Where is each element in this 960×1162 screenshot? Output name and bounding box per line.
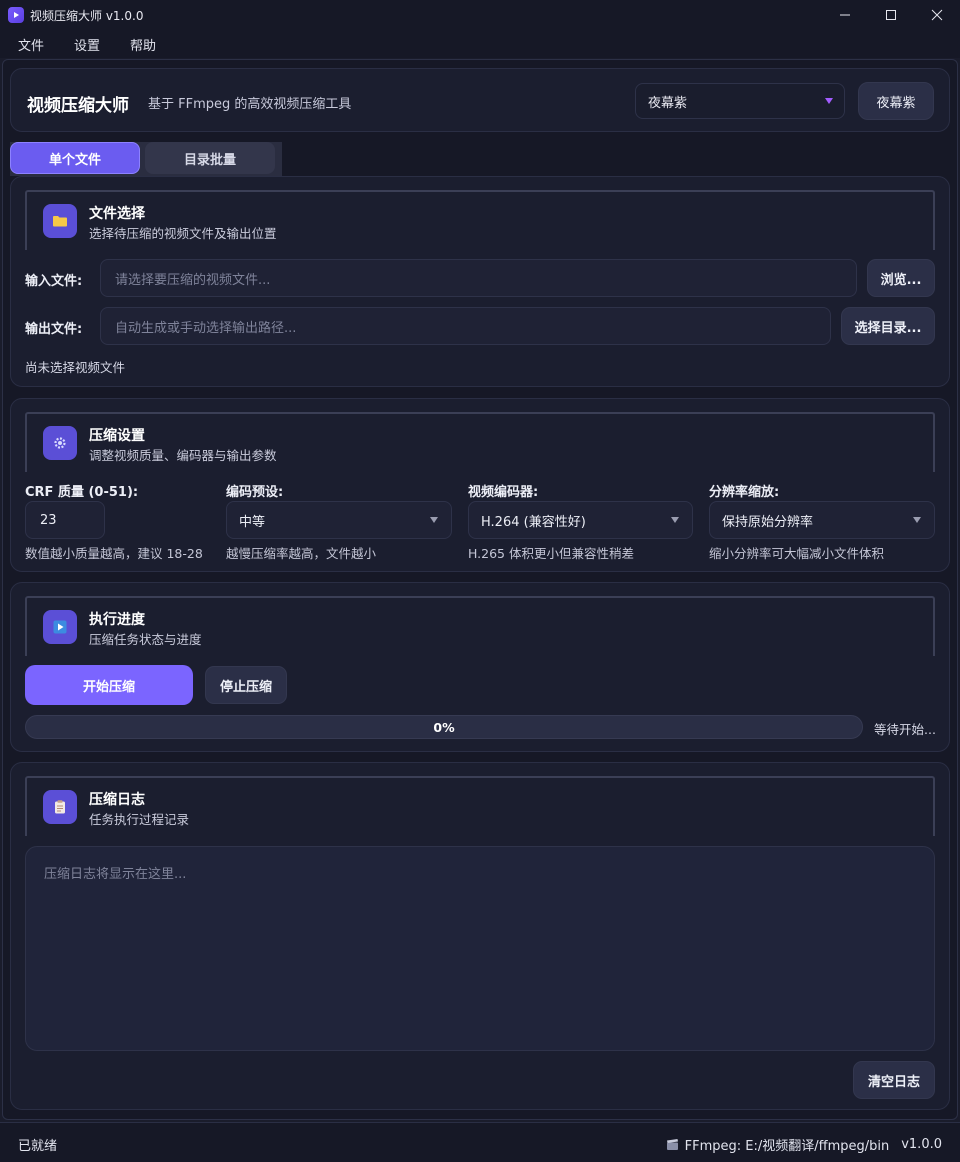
codec-select[interactable]: H.264 (兼容性好) bbox=[468, 501, 693, 539]
version-label: v1.0.0 bbox=[901, 1137, 942, 1152]
tab-single-file[interactable]: 单个文件 bbox=[10, 142, 140, 174]
start-compress-button[interactable]: 开始压缩 bbox=[25, 665, 193, 705]
clapperboard-icon bbox=[666, 1139, 678, 1150]
theme-select[interactable]: 夜幕紫 bbox=[635, 83, 845, 119]
choose-directory-button[interactable]: 选择目录... bbox=[841, 307, 935, 345]
file-section-title: 文件选择 bbox=[89, 206, 145, 222]
file-status-text: 尚未选择视频文件 bbox=[25, 360, 126, 375]
settings-section-title: 压缩设置 bbox=[89, 428, 145, 444]
ffmpeg-path: FFmpeg: E:/视频翻译/ffmpeg/bin bbox=[684, 1139, 890, 1154]
chevron-down-icon bbox=[671, 517, 679, 523]
scale-select-value: 保持原始分辨率 bbox=[722, 514, 814, 530]
status-bar: 已就绪 FFmpeg: E:/视频翻译/ffmpeg/bin v1.0.0 bbox=[0, 1122, 960, 1162]
chevron-down-icon bbox=[430, 517, 438, 523]
log-textarea[interactable]: 压缩日志将显示在这里... bbox=[25, 846, 935, 1051]
maximize-button[interactable] bbox=[868, 0, 914, 30]
preset-select-value: 中等 bbox=[239, 514, 266, 530]
menu-settings[interactable]: 设置 bbox=[74, 35, 100, 54]
preset-select[interactable]: 中等 bbox=[226, 501, 452, 539]
output-file-field[interactable]: 自动生成或手动选择输出路径... bbox=[100, 307, 831, 345]
menu-help[interactable]: 帮助 bbox=[130, 35, 156, 54]
progress-section-title: 执行进度 bbox=[89, 612, 145, 628]
title-bar: 视频压缩大师 v1.0.0 bbox=[0, 0, 960, 30]
settings-section-subtitle: 调整视频质量、编码器与输出参数 bbox=[89, 448, 277, 463]
minimize-button[interactable] bbox=[822, 0, 868, 30]
app-icon bbox=[8, 7, 24, 23]
menu-bar: 文件 设置 帮助 bbox=[0, 30, 960, 58]
progress-bar: 0% bbox=[25, 715, 863, 739]
close-icon bbox=[931, 9, 943, 21]
settings-section-header: 压缩设置 调整视频质量、编码器与输出参数 bbox=[25, 412, 935, 472]
file-section-header: 文件选择 选择待压缩的视频文件及输出位置 bbox=[25, 190, 935, 250]
log-section-header: 压缩日志 任务执行过程记录 bbox=[25, 776, 935, 836]
log-section-subtitle: 任务执行过程记录 bbox=[89, 812, 190, 827]
chevron-down-icon bbox=[825, 98, 833, 104]
app-title: 视频压缩大师 bbox=[27, 96, 129, 116]
window-title: 视频压缩大师 v1.0.0 bbox=[30, 8, 144, 23]
codec-select-value: H.264 (兼容性好) bbox=[481, 514, 586, 530]
input-file-label: 输入文件: bbox=[25, 274, 83, 289]
gear-icon bbox=[43, 426, 77, 460]
maximize-icon bbox=[886, 10, 896, 20]
play-icon bbox=[43, 610, 77, 644]
theme-button[interactable]: 夜幕紫 bbox=[858, 82, 934, 120]
progress-section-subtitle: 压缩任务状态与进度 bbox=[89, 632, 202, 647]
chevron-down-icon bbox=[913, 517, 921, 523]
menu-file[interactable]: 文件 bbox=[18, 35, 44, 54]
tab-directory-batch[interactable]: 目录批量 bbox=[145, 142, 275, 174]
file-section-subtitle: 选择待压缩的视频文件及输出位置 bbox=[89, 226, 277, 241]
close-button[interactable] bbox=[914, 0, 960, 30]
status-text: 已就绪 bbox=[18, 1139, 58, 1154]
preset-hint: 越慢压缩率越高，文件越小 bbox=[226, 546, 377, 561]
scale-hint: 缩小分辨率可大幅减小文件体积 bbox=[709, 546, 885, 561]
progress-status: 等待开始... bbox=[874, 722, 936, 737]
input-file-field[interactable]: 请选择要压缩的视频文件... bbox=[100, 259, 857, 297]
clear-log-button[interactable]: 清空日志 bbox=[853, 1061, 935, 1099]
codec-hint: H.265 体积更小但兼容性稍差 bbox=[468, 546, 634, 561]
progress-section-header: 执行进度 压缩任务状态与进度 bbox=[25, 596, 935, 656]
crf-hint: 数值越小质量越高，建议 18-28 bbox=[25, 546, 203, 561]
folder-icon bbox=[43, 204, 77, 238]
preset-label: 编码预设: bbox=[226, 485, 284, 500]
app-subtitle: 基于 FFmpeg 的高效视频压缩工具 bbox=[148, 97, 352, 112]
scale-select[interactable]: 保持原始分辨率 bbox=[709, 501, 935, 539]
header-panel: 视频压缩大师 基于 FFmpeg 的高效视频压缩工具 夜幕紫 夜幕紫 bbox=[10, 68, 950, 132]
browse-button[interactable]: 浏览... bbox=[867, 259, 935, 297]
stop-compress-button[interactable]: 停止压缩 bbox=[205, 666, 287, 704]
clipboard-icon bbox=[43, 790, 77, 824]
codec-label: 视频编码器: bbox=[468, 485, 539, 500]
minimize-icon bbox=[840, 14, 850, 16]
crf-label: CRF 质量 (0-51): bbox=[25, 485, 139, 500]
crf-input[interactable]: 23 bbox=[25, 501, 105, 539]
log-section-title: 压缩日志 bbox=[89, 792, 145, 808]
output-file-label: 输出文件: bbox=[25, 322, 83, 337]
progress-text: 0% bbox=[433, 719, 455, 735]
theme-select-value: 夜幕紫 bbox=[648, 95, 688, 111]
scale-label: 分辨率缩放: bbox=[709, 485, 780, 500]
